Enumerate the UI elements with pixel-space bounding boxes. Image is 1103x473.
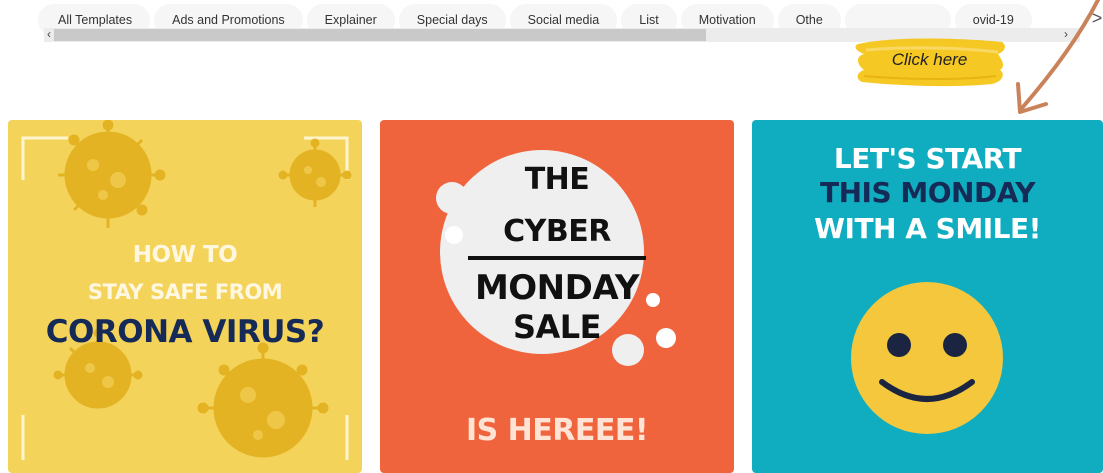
poster-line-cyber: CYBER: [503, 214, 611, 249]
click-here-callout: Click here: [852, 30, 1012, 92]
poster-line-is-hereee: IS HEREEE!: [465, 413, 649, 448]
tabs-scrollbar-thumb[interactable]: [54, 29, 706, 41]
poster-line-sale: SALE: [512, 308, 602, 346]
template-card-cyber-monday[interactable]: THE CYBER MONDAY SALE IS HEREEE!: [380, 120, 734, 473]
poster-heading-line-3: CORONA VIRUS?: [45, 314, 325, 350]
poster-heading-line-2: STAY SAFE FROM: [87, 280, 283, 304]
poster-line-lets-start: LET'S START: [833, 142, 1022, 175]
poster-line-the: THE: [524, 162, 590, 197]
poster-heading-line-1: HOW TO: [132, 242, 238, 268]
poster-line-with-a-smile: WITH A SMILE!: [814, 212, 1041, 245]
poster-line-this-monday: THIS MONDAY: [820, 176, 1035, 209]
click-here-label: Click here: [891, 50, 968, 69]
template-card-monday-smile[interactable]: LET'S START THIS MONDAY WITH A SMILE!: [752, 120, 1103, 473]
template-card-corona-virus[interactable]: HOW TO STAY SAFE FROM CORONA VIRUS?: [8, 120, 362, 473]
scroll-left-button[interactable]: ‹: [47, 27, 51, 41]
poster-line-monday: MONDAY: [474, 268, 640, 308]
pointing-arrow-icon: [1016, 0, 1100, 114]
